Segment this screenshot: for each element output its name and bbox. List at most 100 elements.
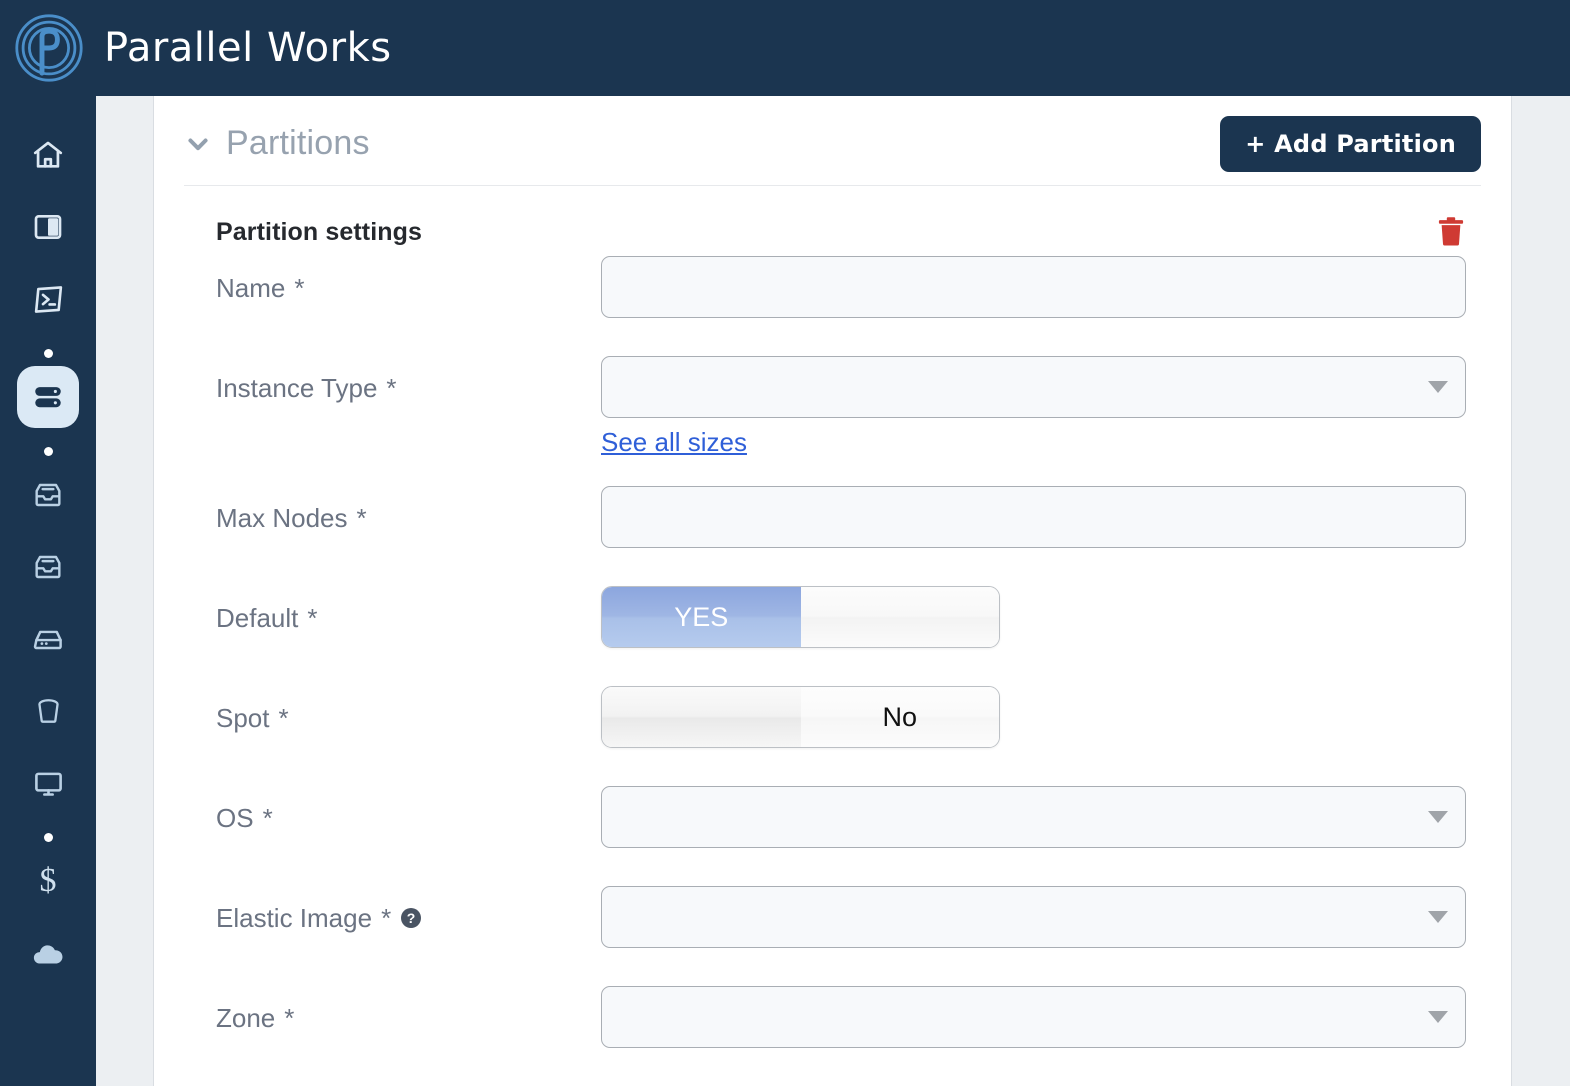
sidebar: $ [0, 96, 96, 1086]
form-row-os: OS * [216, 786, 1466, 858]
zone-required-mark: * [284, 1003, 295, 1034]
default-label: Default * [216, 586, 601, 633]
home-icon [33, 141, 63, 168]
sidebar-item-inbox-2[interactable] [17, 536, 79, 598]
sidebar-item-inbox-1[interactable] [17, 464, 79, 526]
page-title: Partitions [226, 124, 370, 162]
sidebar-item-sessions[interactable] [17, 752, 79, 814]
os-label-text: OS [216, 803, 254, 834]
dot-icon [43, 832, 53, 842]
max-nodes-label-text: Max Nodes [216, 503, 348, 534]
dollar-icon: $ [39, 862, 57, 899]
partition-settings-form: Name * Instance Type * See all sizes Max… [184, 248, 1481, 1058]
zone-label-text: Zone [216, 1003, 276, 1034]
partition-settings-header: Partition settings [184, 186, 1481, 248]
name-label-text: Name [216, 273, 286, 303]
form-row-zone: Zone * [216, 986, 1466, 1058]
form-row-spot: Spot * No [216, 686, 1466, 758]
os-field-wrap [601, 786, 1466, 849]
max-nodes-input[interactable] [601, 486, 1466, 549]
instance-type-label-text: Instance Type [216, 373, 378, 403]
elastic-image-label-text: Elastic Image [216, 903, 373, 934]
chevron-down-icon [1428, 911, 1448, 924]
trash-icon [1438, 217, 1464, 246]
chevron-down-icon[interactable] [184, 130, 212, 158]
add-partition-button[interactable]: + Add Partition [1220, 115, 1481, 172]
partitions-title-group[interactable]: Partitions [184, 124, 370, 163]
sidebar-item-clusters[interactable] [17, 366, 79, 428]
sidebar-item-panel[interactable] [17, 196, 79, 258]
terminal-icon [34, 285, 62, 313]
default-toggle-yes[interactable]: YES [602, 587, 801, 648]
spot-label: Spot * [216, 686, 601, 733]
see-all-sizes-link[interactable]: See all sizes [601, 427, 747, 458]
sidebar-item-storage[interactable] [17, 608, 79, 670]
sidebar-item-home[interactable] [17, 124, 79, 186]
zone-label: Zone * [216, 986, 601, 1033]
os-select[interactable] [601, 786, 1466, 849]
name-label: Name * [216, 256, 601, 303]
max-nodes-field-wrap [601, 486, 1466, 549]
brand[interactable]: Parallel Works [14, 13, 392, 83]
instance-type-select[interactable] [601, 356, 1466, 418]
delete-partition-button[interactable] [1436, 216, 1466, 248]
chevron-down-icon [1428, 811, 1448, 824]
monitor-icon [34, 772, 62, 796]
os-required-mark: * [262, 803, 273, 834]
panel-icon [34, 215, 62, 239]
default-label-text: Default [216, 603, 299, 634]
name-input[interactable] [601, 256, 1466, 318]
instance-type-required-mark: * [386, 373, 397, 403]
inbox-icon [35, 555, 61, 579]
instance-type-field-wrap: See all sizes [601, 356, 1466, 458]
cloud-icon [33, 945, 63, 964]
spot-label-text: Spot [216, 703, 270, 734]
default-toggle[interactable]: YES [601, 586, 1000, 649]
spot-toggle[interactable]: No [601, 686, 1000, 749]
name-field-wrap [601, 256, 1466, 318]
default-toggle-no[interactable] [800, 587, 999, 648]
app-root: Parallel Works $ Partitions + Add Partit… [0, 0, 1570, 1086]
zone-field-wrap [601, 986, 1466, 1049]
partition-settings-heading: Partition settings [216, 217, 422, 246]
name-required-mark: * [294, 273, 305, 303]
harddrive-icon [33, 630, 62, 649]
form-row-name: Name * [216, 256, 1466, 328]
dot-icon [43, 446, 53, 456]
spot-toggle-yes[interactable] [602, 687, 801, 748]
bucket-icon [37, 698, 59, 723]
partitions-section-header: Partitions + Add Partition [184, 96, 1481, 186]
spot-field-wrap: No [601, 686, 1466, 749]
zone-select[interactable] [601, 986, 1466, 1049]
top-bar: Parallel Works [0, 0, 1570, 96]
elastic-image-select[interactable] [601, 886, 1466, 949]
sidebar-item-buckets[interactable] [17, 680, 79, 742]
question-circle-icon[interactable]: ? [400, 907, 422, 929]
form-row-elastic-image: Elastic Image * ? [216, 886, 1466, 958]
parallel-works-logo-icon [15, 14, 83, 82]
spot-toggle-no[interactable]: No [800, 687, 999, 748]
max-nodes-label: Max Nodes * [216, 486, 601, 533]
sidebar-item-billing[interactable]: $ [17, 850, 79, 912]
sidebar-item-cloud[interactable] [17, 922, 79, 984]
form-row-instance-type: Instance Type * See all sizes [216, 356, 1466, 458]
sidebar-item-terminal[interactable] [17, 268, 79, 330]
content-card: Partitions + Add Partition Partition set… [153, 96, 1512, 1086]
svg-text:?: ? [407, 911, 416, 927]
brand-name: Parallel Works [104, 25, 392, 71]
dot-icon [43, 348, 53, 358]
form-row-default: Default * YES [216, 586, 1466, 658]
sidebar-divider-dot-2 [17, 438, 79, 464]
chevron-down-icon [1428, 1011, 1448, 1024]
default-field-wrap: YES [601, 586, 1466, 649]
instance-type-label: Instance Type * [216, 356, 601, 403]
inbox-icon [35, 483, 61, 507]
chevron-down-icon [1428, 381, 1448, 393]
os-label: OS * [216, 786, 601, 833]
card-inner: Partitions + Add Partition Partition set… [154, 96, 1511, 1058]
sidebar-divider-dot-3 [17, 824, 79, 850]
elastic-image-label: Elastic Image * ? [216, 886, 601, 933]
elastic-image-field-wrap [601, 886, 1466, 949]
server-icon [35, 387, 61, 408]
max-nodes-required-mark: * [356, 503, 367, 534]
